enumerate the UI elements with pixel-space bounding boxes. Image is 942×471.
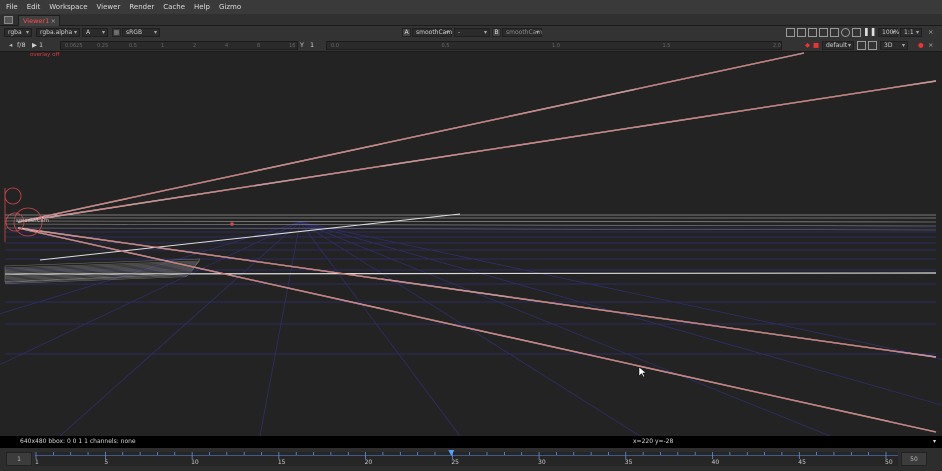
timeline-frame-label: 45 (798, 459, 806, 466)
timeline-end-field[interactable]: 50 (901, 452, 927, 466)
timeline: 1 50 1 5 10 15 20 25 30 35 40 45 50 (0, 448, 942, 471)
gamma-label: Y (300, 41, 304, 49)
grid-line (299, 221, 942, 360)
grid-line (0, 221, 301, 315)
fstop-left-arrow-icon[interactable]: ◂ (9, 39, 12, 52)
toolbar-close-icon[interactable]: × (928, 39, 933, 52)
viewer-toolbar-top: rgba rgba.alpha A ▦ sRGB A smoothCam - B… (0, 26, 942, 39)
b-input-dropdown[interactable]: smoothCam (502, 28, 542, 37)
tab-viewer1[interactable]: Viewer1 × (18, 15, 60, 26)
menu-item-render[interactable]: Render (129, 3, 154, 11)
timeline-ticks (35, 452, 898, 459)
timeline-frame-label: 15 (277, 459, 286, 466)
camera-frustum (17, 52, 937, 433)
grid-line (299, 221, 831, 436)
slider-tick-label: 0.5 (129, 43, 137, 49)
menu-bar: File Edit Workspace Viewer Render Cache Help Gi… (0, 0, 942, 14)
grid-line (259, 221, 301, 436)
overlay-icon[interactable] (830, 28, 839, 37)
gl-icon[interactable] (852, 28, 861, 37)
scene-canvas[interactable] (0, 52, 942, 436)
fstop-value[interactable]: f/8 (17, 39, 26, 52)
viewer-close-icon[interactable]: × (928, 26, 933, 39)
menu-item-edit[interactable]: Edit (27, 3, 41, 11)
gain-slider[interactable]: 0.0625 0.25 0.5 1 2 4 8 16 (60, 41, 298, 50)
pane-menu-icon[interactable] (4, 16, 13, 24)
mouse-cursor-icon (638, 366, 647, 378)
timeline-frame-label: 25 (451, 459, 459, 466)
channels-dropdown[interactable]: rgba (4, 28, 32, 37)
grid-line (299, 221, 942, 406)
menu-item-cache[interactable]: Cache (163, 3, 185, 11)
gain-icon[interactable] (808, 28, 817, 37)
timeline-frame-label: 20 (364, 459, 373, 466)
menu-item-gizmo[interactable]: Gizmo (219, 3, 241, 11)
slider-tick-label: 2.0 (773, 43, 781, 49)
menu-item-help[interactable]: Help (194, 3, 210, 11)
slider-tick-label: 0.0625 (65, 43, 83, 49)
camera-name-label: smoothCam (16, 218, 50, 224)
cursor-position: x=220 y=-28 (633, 438, 674, 445)
view-mode-dropdown[interactable]: 3D (880, 41, 908, 50)
zoom-dropdown[interactable]: 100% (878, 28, 899, 37)
gamma-value[interactable]: 1 (310, 39, 314, 52)
menu-item-workspace[interactable]: Workspace (49, 3, 87, 11)
slider-tick-label: 16 (289, 43, 296, 49)
refresh-icon[interactable] (841, 28, 850, 37)
close-icon[interactable]: × (51, 16, 56, 26)
overlay-status-label: overlay off (30, 52, 60, 58)
menu-icon[interactable] (868, 41, 877, 50)
timeline-frame-label: 1 (35, 459, 39, 466)
pause-icon[interactable]: ❚❚ (863, 28, 876, 37)
proxy-icon[interactable]: ▦ (112, 28, 121, 37)
frame-step-icon[interactable]: ▶ (32, 39, 37, 52)
info-bar: 640x480 bbox: 0 0 1 1 channels: none x=2… (0, 436, 942, 448)
menu-item-viewer[interactable]: Viewer (97, 3, 121, 11)
wipe-icon[interactable] (819, 28, 828, 37)
frame-value[interactable]: 1 (39, 39, 43, 52)
timeline-frame-label: 5 (104, 459, 109, 466)
clip-warning-icon[interactable] (797, 28, 806, 37)
gamma-slider[interactable]: 0.0 0.5 1.0 1.5 2.0 (326, 41, 782, 50)
record-icon[interactable]: ● (918, 39, 924, 52)
lut-mode-icon[interactable]: ■ (813, 39, 819, 52)
compare-op-dropdown[interactable]: - (454, 28, 490, 37)
tab-label: Viewer1 (23, 17, 50, 25)
roi-icon[interactable] (786, 28, 795, 37)
colorspace-dropdown[interactable]: sRGB (122, 28, 160, 37)
timeline-frame-label: 35 (624, 459, 633, 466)
input-a-dropdown[interactable]: A (82, 28, 108, 37)
slider-tick-label: 0.5 (441, 43, 450, 49)
slider-tick-label: 1.5 (662, 43, 671, 49)
info-bar-expand-icon[interactable]: ▾ (933, 436, 936, 448)
timeline-frame-label: 10 (191, 459, 199, 466)
lut-warning-icon[interactable]: ◆ (805, 39, 810, 52)
lut-dropdown[interactable]: default (822, 41, 854, 50)
alpha-channel-dropdown[interactable]: rgba.alpha (36, 28, 80, 37)
timeline-frame-label: 40 (711, 459, 720, 466)
input-process-icon[interactable] (857, 41, 866, 50)
a-input-dropdown[interactable]: smoothCam (412, 28, 452, 37)
slider-tick-label: 0.0 (331, 43, 339, 49)
timeline-frame-label: 50 (885, 459, 893, 466)
slider-tick-label: 2 (193, 43, 197, 49)
grid-line (0, 221, 301, 366)
slider-tick-label: 1 (161, 43, 165, 49)
viewer-toolbar-bottom: ◂ f/8 ▶ 1 0.0625 0.25 0.5 1 2 4 8 16 Y 1 0.0 0.5… (0, 39, 942, 52)
timeline-start-field[interactable]: 1 (6, 452, 32, 466)
menu-item-file[interactable]: File (6, 3, 18, 11)
tab-bar: Viewer1 × (0, 14, 942, 26)
slider-tick-label: 1.0 (552, 43, 560, 49)
slider-tick-label: 0.25 (97, 43, 109, 49)
ground-plane (4, 213, 937, 284)
format-info: 640x480 bbox: 0 0 1 1 channels: none (20, 438, 136, 445)
slider-tick-label: 4 (225, 43, 229, 49)
timeline-track[interactable] (35, 452, 898, 466)
b-input-badge: B (492, 28, 501, 37)
ratio-dropdown[interactable]: 1:1 (900, 28, 922, 37)
timeline-frame-label: 30 (538, 459, 546, 466)
slider-tick-label: 8 (257, 43, 261, 49)
viewer-3d-viewport[interactable]: overlay off smoothCam (0, 52, 942, 436)
a-input-badge: A (402, 28, 411, 37)
